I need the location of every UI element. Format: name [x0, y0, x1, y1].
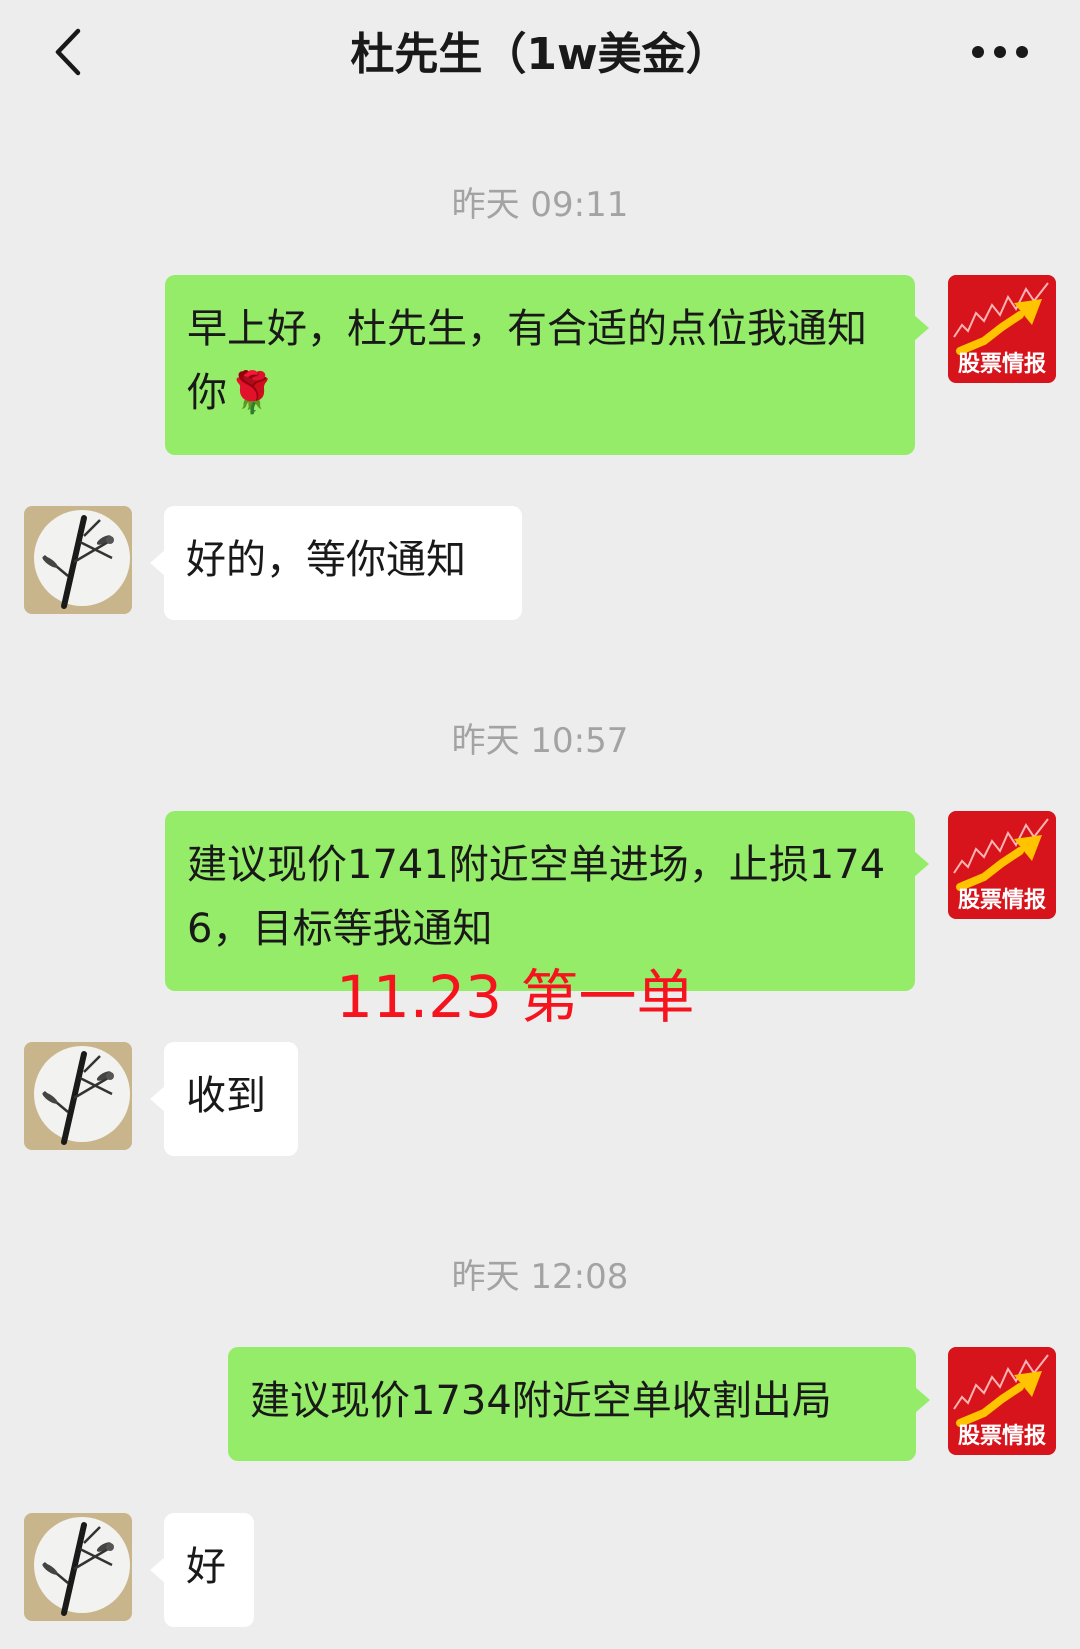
sender-avatar[interactable]: 股票情报 [948, 811, 1056, 919]
contact-avatar[interactable] [24, 506, 132, 614]
stock-info-logo-icon: 股票情报 [948, 811, 1056, 919]
more-button[interactable] [960, 22, 1040, 82]
timestamp: 昨天 10:57 [451, 721, 629, 761]
timestamp: 昨天 09:11 [451, 185, 629, 225]
timestamp: 昨天 12:08 [451, 1257, 629, 1297]
bamboo-painting-icon [24, 506, 132, 614]
chat-title: 杜先生（1w美金） [350, 29, 730, 80]
stock-info-logo-icon: 股票情报 [948, 1347, 1056, 1455]
received-message-bubble[interactable]: 收到 [150, 1042, 298, 1156]
stock-info-logo-icon: 股票情报 [948, 275, 1056, 383]
contact-avatar[interactable] [24, 1042, 132, 1150]
received-message-bubble[interactable]: 好的，等你通知 [150, 506, 522, 620]
back-button[interactable] [40, 22, 100, 82]
contact-avatar[interactable] [24, 1513, 132, 1621]
svg-text:股票情报: 股票情报 [958, 887, 1046, 913]
bamboo-painting-icon [24, 1513, 132, 1621]
svg-text:股票情报: 股票情报 [958, 351, 1046, 377]
more-dots-icon [972, 46, 1028, 58]
sent-message-bubble[interactable]: 建议现价1734附近空单收割出局 [228, 1347, 930, 1461]
chevron-left-icon [55, 28, 81, 76]
red-annotation: 11.23 第一单 [336, 963, 695, 1031]
received-message-bubble[interactable]: 好 [150, 1513, 254, 1627]
sent-message-bubble[interactable]: 早上好，杜先生，有合适的点位我通知你🌹 [165, 275, 929, 455]
sender-avatar[interactable]: 股票情报 [948, 1347, 1056, 1455]
chat-header: 杜先生（1w美金） [0, 0, 1080, 110]
bamboo-painting-icon [24, 1042, 132, 1150]
svg-text:股票情报: 股票情报 [958, 1423, 1046, 1449]
sender-avatar[interactable]: 股票情报 [948, 275, 1056, 383]
